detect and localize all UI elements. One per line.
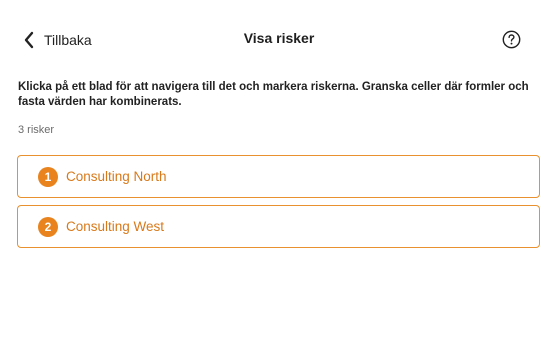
view-risks-pane: Tillbaka Visa risker Klicka på ett blad … bbox=[0, 0, 558, 351]
risk-number-badge: 1 bbox=[38, 166, 58, 187]
risk-count: 3 risker bbox=[18, 124, 55, 136]
risk-item-consulting-west[interactable]: 2 Consulting West bbox=[17, 205, 540, 248]
risk-number-badge: 2 bbox=[38, 216, 58, 237]
risk-sheet-name: Consulting North bbox=[66, 169, 167, 184]
page-title: Visa risker bbox=[243, 30, 315, 46]
risk-sheet-name: Consulting West bbox=[66, 219, 165, 234]
help-button[interactable] bbox=[502, 30, 521, 49]
risk-item-consulting-north[interactable]: 1 Consulting North bbox=[17, 155, 540, 198]
instructions-text: Klicka på ett blad för att navigera till… bbox=[18, 81, 529, 108]
risk-list: 1 Consulting North 2 Consulting West bbox=[17, 155, 540, 255]
header: Tillbaka Visa risker bbox=[0, 0, 558, 80]
question-circle-icon bbox=[502, 30, 521, 53]
